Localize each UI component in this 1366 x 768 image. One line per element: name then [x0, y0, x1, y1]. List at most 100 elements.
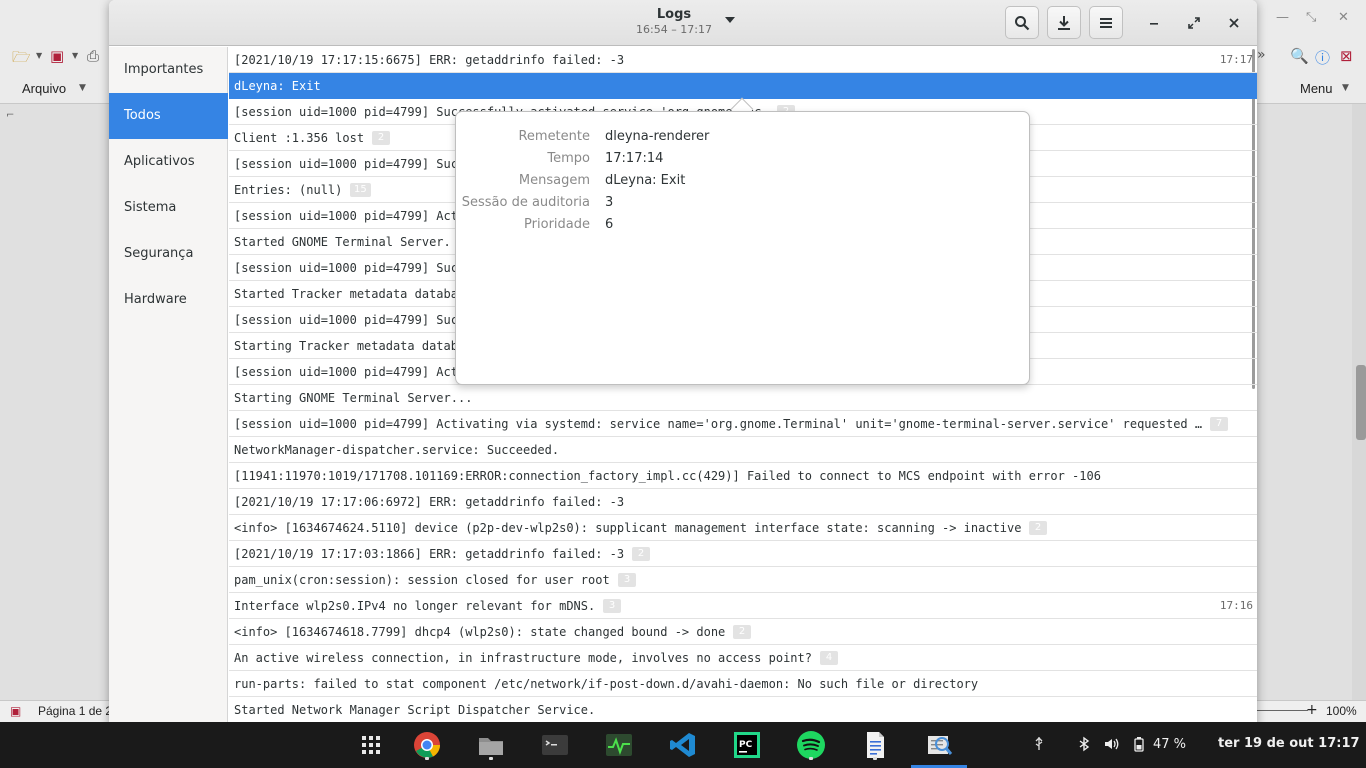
close-document-icon[interactable]: ⊠	[1340, 47, 1353, 65]
battery-icon[interactable]	[1131, 736, 1147, 756]
help-icon[interactable]: ⓘ	[1315, 47, 1330, 68]
log-time: 17:16	[1219, 599, 1253, 612]
log-count-badge: 2	[372, 131, 390, 145]
detail-value: 17:17:14	[605, 151, 664, 166]
chevron-down-icon[interactable]	[725, 17, 735, 23]
log-count-badge: 15	[350, 183, 371, 197]
minimize-icon	[1150, 23, 1158, 25]
export-button[interactable]	[1047, 6, 1081, 39]
tray-usb-icon[interactable]	[1031, 736, 1047, 756]
log-row[interactable]: NetworkManager-dispatcher.service: Succe…	[229, 437, 1257, 463]
headerbar: Logs 16:54 – 17:17	[109, 0, 1257, 46]
sidebar-item-sistema[interactable]: Sistema	[109, 185, 228, 231]
detail-label: Prioridade	[524, 217, 590, 232]
pycharm-launcher[interactable]: PC	[731, 729, 763, 761]
close-button[interactable]	[1223, 12, 1245, 34]
background-restore-icon[interactable]: ⤡	[1306, 10, 1316, 25]
log-message: [2021/10/19 17:17:03:1866] ERR: getaddri…	[234, 547, 625, 561]
running-indicator	[425, 757, 429, 760]
menu-arquivo[interactable]: Arquivo	[22, 81, 66, 96]
running-indicator	[873, 757, 877, 760]
log-message: NetworkManager-dispatcher.service: Succe…	[234, 443, 560, 457]
detail-label: Sessão de auditoria	[461, 195, 590, 210]
log-row[interactable]: Interface wlp2s0.IPv4 no longer relevant…	[229, 593, 1257, 619]
find-icon[interactable]: 🔍	[1290, 47, 1309, 65]
log-row[interactable]: <info> [1634674624.5110] device (p2p-dev…	[229, 515, 1257, 541]
spotify-launcher[interactable]	[795, 729, 827, 761]
chevron-down-icon[interactable]: ▼	[36, 51, 42, 60]
detail-value: dLeyna: Exit	[605, 173, 686, 188]
terminal-launcher[interactable]	[539, 729, 571, 761]
menu-button[interactable]	[1089, 6, 1123, 39]
vscode-launcher[interactable]	[667, 729, 699, 761]
log-row[interactable]: Started Network Manager Script Dispatche…	[229, 697, 1257, 723]
close-icon	[1229, 18, 1239, 28]
sidebar-item-importantes[interactable]: Importantes	[109, 47, 228, 93]
log-count-badge: 2	[632, 547, 650, 561]
log-row[interactable]: An active wireless connection, in infras…	[229, 645, 1257, 671]
log-message: Interface wlp2s0.IPv4 no longer relevant…	[234, 599, 596, 613]
detail-row-time: Tempo 17:17:14	[456, 149, 1031, 171]
background-minimize-icon[interactable]: —	[1276, 10, 1289, 25]
open-folder-icon[interactable]: 🗁	[12, 47, 31, 72]
svg-text:PC: PC	[739, 740, 753, 750]
time-range: 16:54 – 17:17	[636, 23, 712, 36]
clock[interactable]: ter 19 de out 17:17	[1218, 736, 1360, 751]
zoom-slider[interactable]	[1256, 710, 1308, 711]
log-message: [2021/10/19 17:17:06:6972] ERR: getaddri…	[234, 495, 625, 509]
log-count-badge: 3	[618, 573, 636, 587]
log-row[interactable]: [session uid=1000 pid=4799] Activating v…	[229, 411, 1257, 437]
log-row[interactable]: [2021/10/19 17:17:03:1866] ERR: getaddri…	[229, 541, 1257, 567]
log-message: [session uid=1000 pid=4799] Succ	[234, 261, 466, 275]
text-editor-launcher[interactable]	[859, 729, 891, 761]
more-tools-icon[interactable]: »	[1257, 47, 1266, 63]
detail-row-priority: Prioridade 6	[456, 215, 1031, 237]
log-message: Starting Tracker metadata databa	[234, 339, 466, 353]
log-row[interactable]: <info> [1634674618.7799] dhcp4 (wlp2s0):…	[229, 619, 1257, 645]
files-launcher[interactable]	[475, 729, 507, 761]
system-monitor-launcher[interactable]	[603, 729, 635, 761]
chevron-down-icon[interactable]: ▼	[1342, 83, 1349, 93]
log-row[interactable]: Starting GNOME Terminal Server...	[229, 385, 1257, 411]
chevron-down-icon[interactable]: ▼	[72, 51, 78, 60]
log-message: Client :1.356 lost	[234, 131, 365, 145]
background-scrollbar-thumb[interactable]	[1356, 365, 1366, 440]
minimize-button[interactable]	[1143, 12, 1165, 34]
log-message: [session uid=1000 pid=4799] Activating v…	[234, 417, 1203, 431]
taskbar: PC 47 % ter 19 de out 17:17	[0, 722, 1366, 768]
chrome-launcher[interactable]	[411, 729, 443, 761]
spotify-icon	[797, 731, 825, 759]
log-message: [2021/10/19 17:17:15:6675] ERR: getaddri…	[234, 53, 625, 67]
chevron-down-icon[interactable]: ▼	[79, 83, 86, 93]
save-icon[interactable]: ▣	[50, 47, 64, 65]
maximize-button[interactable]	[1183, 12, 1205, 34]
log-count-badge: 3	[603, 599, 621, 613]
battery-percentage[interactable]: 47 %	[1153, 737, 1186, 752]
log-row[interactable]: [2021/10/19 17:17:15:6675] ERR: getaddri…	[229, 47, 1257, 73]
logs-launcher[interactable]	[923, 729, 955, 761]
detail-row-message: Mensagem dLeyna: Exit	[456, 171, 1031, 193]
sidebar-item-seguranca[interactable]: Segurança	[109, 231, 228, 277]
print-icon[interactable]: ⎙	[87, 47, 99, 65]
zoom-level[interactable]: 100%	[1326, 704, 1357, 718]
log-message: Started Network Manager Script Dispatche…	[234, 703, 596, 717]
sidebar-item-hardware[interactable]: Hardware	[109, 277, 228, 323]
log-details-popover: Remetente dleyna-renderer Tempo 17:17:14…	[455, 111, 1030, 385]
log-message: Started Tracker metadata databas	[234, 287, 466, 301]
log-row[interactable]: pam_unix(cron:session): session closed f…	[229, 567, 1257, 593]
bluetooth-icon[interactable]	[1076, 736, 1092, 756]
sidebar-item-todos[interactable]: Todos	[109, 93, 228, 139]
search-button[interactable]	[1005, 6, 1039, 39]
volume-icon[interactable]	[1103, 736, 1119, 756]
detail-value: 3	[605, 195, 614, 210]
log-row[interactable]: [2021/10/19 17:17:06:6972] ERR: getaddri…	[229, 489, 1257, 515]
detail-label: Mensagem	[518, 173, 590, 188]
app-grid-button[interactable]	[355, 729, 387, 761]
background-close-icon[interactable]: ✕	[1338, 10, 1349, 25]
sidebar-item-aplicativos[interactable]: Aplicativos	[109, 139, 228, 185]
log-row[interactable]: run-parts: failed to stat component /etc…	[229, 671, 1257, 697]
menu-button[interactable]: Menu	[1300, 81, 1333, 96]
log-count-badge: 7	[1210, 417, 1228, 431]
log-row[interactable]: [11941:11970:1019/171708.101169:ERROR:co…	[229, 463, 1257, 489]
log-row-selected[interactable]: dLeyna: Exit	[229, 73, 1257, 99]
